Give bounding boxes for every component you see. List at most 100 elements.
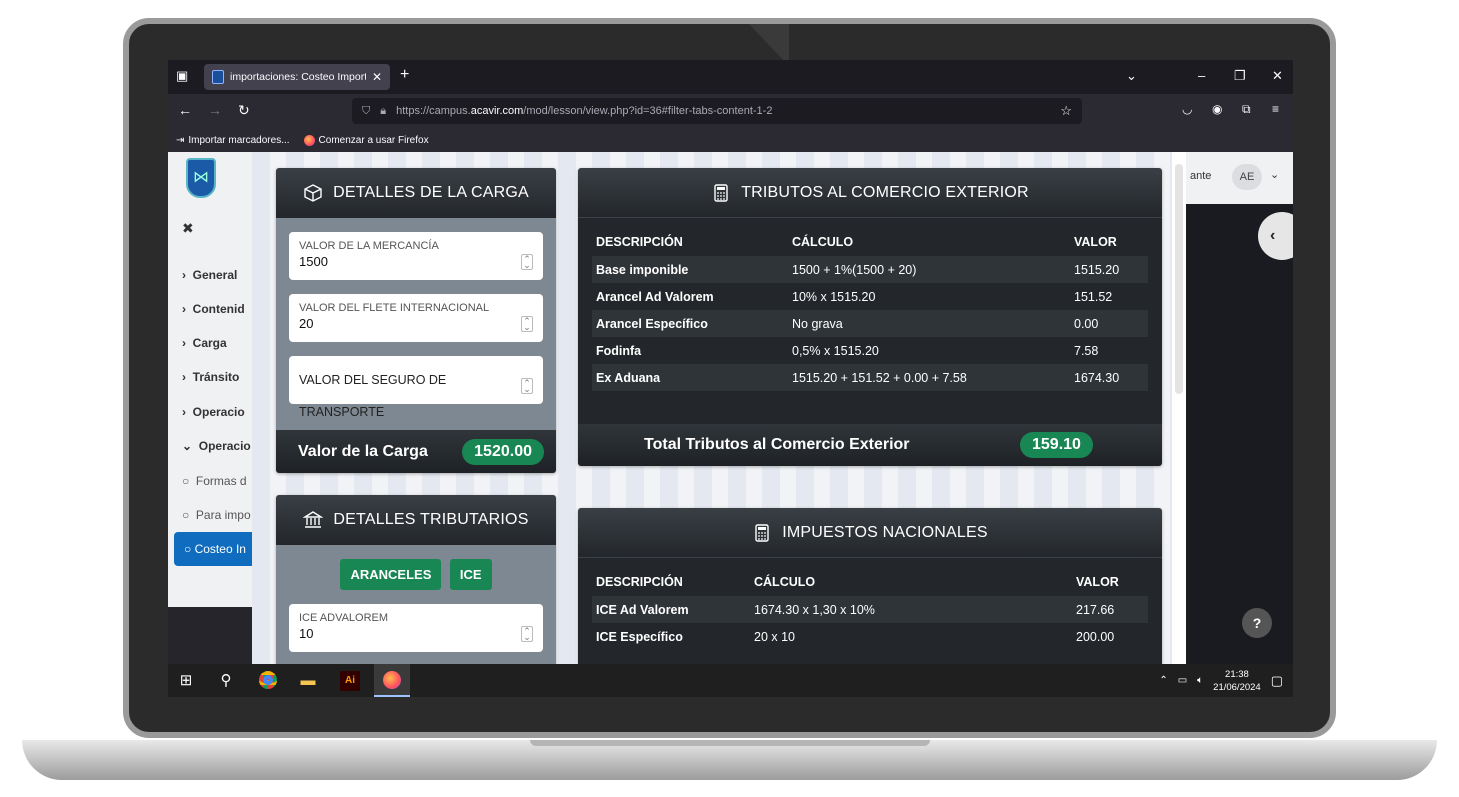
ice-button[interactable]: ICE <box>449 559 492 590</box>
chrome-icon[interactable] <box>258 671 278 691</box>
bookmark-import[interactable]: ⇥ Importar marcadores... <box>176 135 290 146</box>
browser-tab[interactable]: importaciones: Costeo Importa ✕ <box>204 64 390 90</box>
site-favicon-icon <box>212 70 224 84</box>
tab-close-icon[interactable]: ✕ <box>372 70 382 84</box>
nav-bar: ← → ↻ ⛉ 🔒︎ https://campus.acavir.com/mod… <box>168 94 1293 128</box>
card-header: IMPUESTOS NACIONALES <box>578 508 1162 558</box>
acavir-logo-icon[interactable]: ⋈ <box>186 158 216 198</box>
valor-seguro-input[interactable]: VALOR DEL SEGURO DE TRANSPORTE ⌃ ⌄ <box>289 356 543 419</box>
open-drawer-chevron-icon[interactable]: ‹ <box>1258 212 1293 260</box>
bookmarks-bar: ⇥ Importar marcadores... Comenzar a usar … <box>168 128 1293 152</box>
user-menu[interactable]: ante AE ⌄ <box>1186 152 1293 204</box>
sidebar-item-general[interactable]: › General <box>182 268 237 282</box>
firefox-taskbar-app[interactable] <box>374 664 410 697</box>
calculator-icon <box>714 183 728 202</box>
tray-chevron-up-icon[interactable]: ⌃ <box>1159 675 1167 686</box>
sidebar-subitem-para-importar[interactable]: ○ Para impo <box>182 508 251 522</box>
help-button[interactable]: ? <box>1242 608 1272 638</box>
bookmark-star-icon[interactable]: ☆ <box>1060 103 1072 119</box>
sidebar-footer <box>168 607 252 664</box>
windows-taskbar: ⊞ ⚲ ▬ Ai ⌃ ▭ 🔈︎ 21:38 21/06/2024 ▢ <box>168 664 1293 697</box>
card-footer: Total Tributos al Comercio Exterior 159.… <box>578 424 1162 466</box>
tab-bar: ▣ importaciones: Costeo Importa ✕ + ⌄ – … <box>168 60 1293 94</box>
sidebar-item-operaciones-2[interactable]: ⌄ Operacio <box>182 439 251 453</box>
stepper-icon[interactable]: ⌃ ⌄ <box>521 626 533 642</box>
avatar[interactable]: AE <box>1232 164 1262 190</box>
search-icon[interactable]: ⚲ <box>216 671 236 691</box>
tab-title: importaciones: Costeo Importa <box>230 71 366 83</box>
institution-icon <box>303 511 324 528</box>
lesson-scrollbar[interactable] <box>1172 152 1186 664</box>
stepper-icon[interactable]: ⌃ ⌄ <box>521 378 533 394</box>
new-tab-icon[interactable]: + <box>400 66 409 84</box>
bookmark-firefox[interactable]: Comenzar a usar Firefox <box>303 134 429 146</box>
url-text: https://campus.acavir.com/mod/lesson/vie… <box>396 105 773 117</box>
windows-start-icon[interactable]: ⊞ <box>176 671 196 691</box>
card-body: DESCRIPCIÓN CÁLCULO VALOR Base imponible… <box>578 218 1162 424</box>
card-header: TRIBUTOS AL COMERCIO EXTERIOR <box>578 168 1162 218</box>
sidebar-subitem-costeo-active[interactable]: ○ Costeo In <box>174 532 264 566</box>
tributos-table: DESCRIPCIÓN CÁLCULO VALOR Base imponible… <box>592 228 1148 391</box>
card-title: TRIBUTOS AL COMERCIO EXTERIOR <box>741 183 1029 201</box>
tab-overview-icon[interactable]: ▣ <box>176 68 188 84</box>
shield-icon[interactable]: ⛉ <box>362 105 370 118</box>
illustrator-icon[interactable]: Ai <box>340 671 360 691</box>
sidebar-item-carga[interactable]: › Carga <box>182 336 227 350</box>
stepper-icon[interactable]: ⌃ ⌄ <box>521 254 533 270</box>
card-detalles-tributarios: DETALLES TRIBUTARIOS ARANCELES ICE ICE A… <box>276 495 556 664</box>
total-tributos-label: Total Tributos al Comercio Exterior <box>644 436 910 453</box>
card-tributos-exterior: TRIBUTOS AL COMERCIO EXTERIOR DESCRIPCIÓ… <box>578 168 1162 466</box>
tab-list-chevron-icon[interactable]: ⌄ <box>1126 68 1137 84</box>
user-role-text: ante <box>1190 170 1212 182</box>
pocket-icon[interactable]: ◡ <box>1182 102 1192 116</box>
menu-icon[interactable]: ≡ <box>1272 102 1279 116</box>
course-sidebar: ⋈ ✖ › General › Contenid › Carga › Tráns… <box>168 152 264 664</box>
chevron-down-icon[interactable]: ⌄ <box>1270 168 1279 181</box>
forward-icon[interactable]: → <box>208 102 222 118</box>
lock-icon[interactable]: 🔒︎ <box>380 105 386 118</box>
back-icon[interactable]: ← <box>178 102 192 118</box>
clock[interactable]: 21:38 21/06/2024 <box>1213 668 1261 694</box>
volume-icon[interactable]: 🔈︎ <box>1197 675 1203 686</box>
laptop-base <box>22 740 1437 780</box>
table-row: Arancel Ad Valorem 10% x 1515.20 151.52 <box>596 289 1113 304</box>
minimize-icon[interactable]: – <box>1198 68 1205 83</box>
page-viewport: ⋈ ✖ › General › Contenid › Carga › Tráns… <box>168 152 1293 664</box>
tributarios-tab-buttons: ARANCELES ICE <box>289 559 543 590</box>
valor-mercancia-input[interactable]: VALOR DE LA MERCANCÍA 1500 ⌃ ⌄ <box>289 232 543 280</box>
ice-advalorem-input[interactable]: ICE ADVALOREM 10 ⌃ ⌄ <box>289 604 543 652</box>
table-row: Base imponible 1500 + 1%(1500 + 20) 1515… <box>592 256 1148 283</box>
card-footer: Valor de la Carga 1520.00 <box>276 430 556 473</box>
account-icon[interactable]: ◉ <box>1212 102 1222 116</box>
restore-icon[interactable]: ❐ <box>1234 68 1246 84</box>
network-icon[interactable]: ▭ <box>1178 675 1187 686</box>
card-body: VALOR DE LA MERCANCÍA 1500 ⌃ ⌄ VALOR DEL … <box>276 218 556 430</box>
card-body: DESCRIPCIÓN CÁLCULO VALOR ICE Ad Valorem… <box>578 558 1162 664</box>
firefox-icon <box>303 134 315 146</box>
sidebar-item-contenido[interactable]: › Contenid <box>182 302 245 316</box>
valor-carga-label: Valor de la Carga <box>298 442 428 460</box>
right-panel: ante AE ⌄ ‹ ? <box>1186 152 1293 664</box>
stepper-icon[interactable]: ⌃ ⌄ <box>521 316 533 332</box>
extensions-icon[interactable]: ⧉ <box>1242 102 1251 117</box>
file-explorer-icon[interactable]: ▬ <box>298 671 318 691</box>
table-row: ICE Ad Valorem 1674.30 x 1,30 x 10% 217.… <box>592 596 1148 623</box>
window-close-icon[interactable]: ✕ <box>1272 68 1283 84</box>
close-drawer-icon[interactable]: ✖ <box>182 220 194 237</box>
card-title: DETALLES TRIBUTARIOS <box>333 511 529 528</box>
card-header: DETALLES TRIBUTARIOS <box>276 495 556 545</box>
sidebar-item-transito[interactable]: › Tránsito <box>182 370 239 384</box>
valor-flete-input[interactable]: VALOR DEL FLETE INTERNACIONAL 20 ⌃ ⌄ <box>289 294 543 342</box>
notifications-icon[interactable]: ▢ <box>1271 673 1283 689</box>
table-row: Arancel Específico No grava 0.00 <box>592 310 1148 337</box>
card-header: DETALLES DE LA CARGA <box>276 168 556 218</box>
card-title: IMPUESTOS NACIONALES <box>782 523 988 541</box>
sidebar-item-operaciones-1[interactable]: › Operacio <box>182 405 245 419</box>
aranceles-button[interactable]: ARANCELES <box>340 559 442 590</box>
url-bar[interactable]: ⛉ 🔒︎ https://campus.acavir.com/mod/lesso… <box>352 98 1082 124</box>
card-title: DETALLES DE LA CARGA <box>333 184 529 201</box>
table-row: Ex Aduana 1515.20 + 151.52 + 0.00 + 7.58… <box>592 364 1148 391</box>
sidebar-subitem-formas[interactable]: ○ Formas d <box>182 474 247 488</box>
reload-icon[interactable]: ↻ <box>238 102 250 119</box>
import-icon: ⇥ <box>176 134 185 146</box>
